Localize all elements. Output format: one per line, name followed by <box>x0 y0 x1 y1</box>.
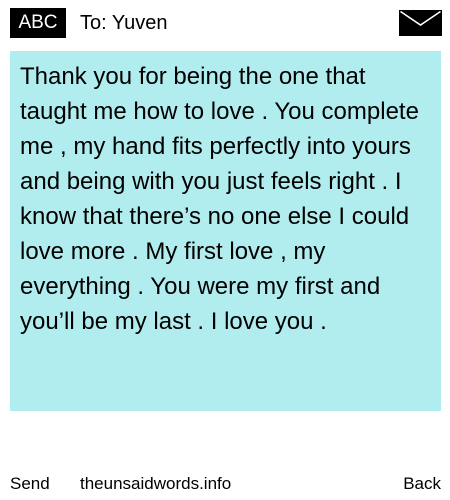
to-label: To: <box>80 12 107 34</box>
softkey-bar: Send theunsaidwords.info Back <box>0 470 450 498</box>
message-body-box[interactable]: Thank you for being the one that taught … <box>10 51 441 411</box>
site-watermark: theunsaidwords.info <box>80 474 232 493</box>
text-input-mode-badge: ABC <box>10 8 66 38</box>
recipient-name: Yuven <box>111 12 168 34</box>
envelope-icon <box>399 10 442 36</box>
back-button[interactable]: Back <box>403 472 441 496</box>
send-button[interactable]: Send <box>10 472 50 496</box>
recipient-line: To: Yuven <box>80 9 168 37</box>
message-text: Thank you for being the one that taught … <box>20 63 419 335</box>
message-header: ABC To: Yuven <box>0 0 450 44</box>
